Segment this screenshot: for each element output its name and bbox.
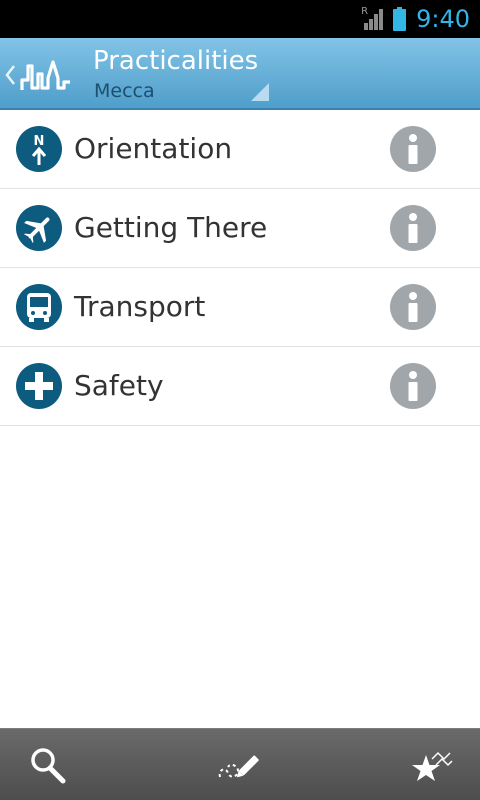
airplane-icon: [16, 205, 62, 251]
bus-icon: [16, 284, 62, 330]
list-item-transport[interactable]: Transport: [0, 268, 480, 347]
list-item-orientation[interactable]: N Orientation: [0, 110, 480, 189]
medical-cross-icon: [16, 363, 62, 409]
chevron-left-icon: [5, 65, 15, 85]
skyline-logo-icon: [20, 60, 70, 90]
page-title: Practicalities: [93, 46, 259, 76]
list-item-label: Getting There: [74, 211, 268, 244]
info-icon[interactable]: [390, 363, 436, 409]
destination-spinner[interactable]: Mecca: [94, 80, 155, 102]
spinner-triangle-icon: [251, 83, 269, 101]
list-item-label: Transport: [74, 290, 206, 323]
status-bar: R 9:40: [0, 0, 480, 38]
roaming-indicator: R: [361, 6, 369, 17]
battery-icon: [393, 7, 407, 31]
practicalities-list: N Orientation Getting There Transport Sa…: [0, 110, 480, 426]
compass-north-icon: N: [16, 126, 62, 172]
list-item-safety[interactable]: Safety: [0, 347, 480, 426]
favorites-button[interactable]: [408, 743, 456, 787]
info-icon[interactable]: [390, 205, 436, 251]
itinerary-pen-icon: [218, 755, 259, 778]
bottom-toolbar: [0, 728, 480, 800]
info-icon[interactable]: [390, 284, 436, 330]
search-button[interactable]: [24, 743, 72, 787]
list-item-label: Safety: [74, 369, 164, 402]
signal-icon: R: [361, 6, 385, 30]
search-icon: [31, 748, 66, 784]
favorites-stars-icon: [412, 751, 453, 781]
action-bar: Practicalities Mecca: [0, 38, 480, 110]
itinerary-button[interactable]: [216, 743, 264, 787]
list-item-label: Orientation: [74, 132, 233, 165]
clock: 9:40: [416, 5, 470, 33]
home-up-button[interactable]: [4, 58, 74, 92]
list-item-getting-there[interactable]: Getting There: [0, 189, 480, 268]
info-icon[interactable]: [390, 126, 436, 172]
